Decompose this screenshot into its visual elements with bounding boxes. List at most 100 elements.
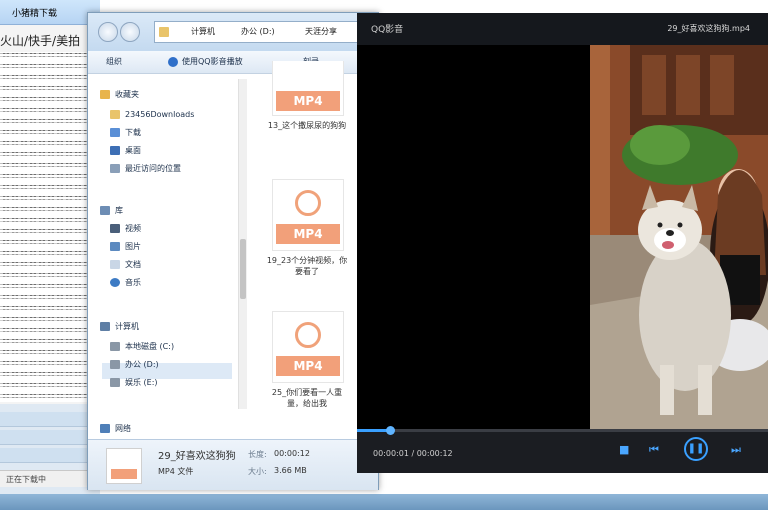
nav-scrollbar[interactable]: [238, 79, 247, 409]
progress-knob[interactable]: [385, 426, 395, 435]
previous-icon[interactable]: ⏮: [649, 443, 659, 457]
stop-icon[interactable]: ■: [619, 443, 629, 456]
progress-fill: [357, 429, 390, 432]
file-explorer-window: 计算机 办公 (D:) 天涯分享 组织 使用QQ影音播放 刻录 收藏夹 2345…: [87, 12, 379, 490]
nav-network[interactable]: 网络: [100, 421, 131, 435]
network-icon: [100, 423, 110, 433]
nav-label: 收藏夹: [115, 89, 139, 99]
nav-label: 文档: [125, 259, 141, 269]
progress-bar[interactable]: [357, 426, 768, 435]
nav-label: 下载: [125, 127, 141, 137]
background-list-row[interactable]: [0, 430, 100, 445]
mp4-file-icon: MP4: [272, 311, 344, 383]
star-icon: [100, 89, 110, 99]
nav-label: 本地磁盘 (C:): [125, 341, 175, 351]
file-type-badge: [111, 469, 137, 479]
nav-label: 桌面: [125, 145, 141, 155]
nav-computer[interactable]: 计算机: [100, 319, 139, 333]
file-tile[interactable]: MP4 13_这个撒尿尿的狗狗: [264, 61, 350, 131]
nav-label: 视频: [125, 223, 141, 233]
organize-button[interactable]: 组织: [106, 56, 122, 67]
file-type-badge: MP4: [276, 91, 340, 111]
address-part-drive[interactable]: 办公 (D:): [241, 26, 275, 37]
player-file-title: 29_好喜欢这狗狗.mp4: [667, 24, 750, 33]
next-icon[interactable]: ⏭: [731, 443, 741, 457]
nav-label: 音乐: [125, 277, 141, 287]
file-name: 13_这个撒尿尿的狗狗: [267, 121, 347, 130]
file-name: 19_23个分钟视频，你要看了: [266, 256, 348, 276]
nav-drive-c[interactable]: 本地磁盘 (C:): [110, 339, 174, 353]
nav-label: 23456Downloads: [125, 109, 195, 119]
file-tile[interactable]: MP4 25_你们要看一人重量，给出我: [264, 311, 350, 409]
pause-button[interactable]: ❚❚: [684, 437, 708, 461]
duration-label: 长度:: [248, 450, 267, 459]
qq-player-icon: [168, 57, 178, 67]
navigation-pane: 收藏夹 23456Downloads 下载 桌面 最近访问的位置 库 视频 图片…: [100, 75, 240, 435]
music-icon: [110, 277, 120, 287]
selected-file-thumbnail: [106, 448, 142, 484]
drive-icon: [110, 341, 120, 351]
back-button[interactable]: [98, 22, 118, 42]
nav-pictures[interactable]: 图片: [110, 239, 141, 253]
size-label: 大小:: [248, 467, 267, 476]
size-value: 3.66 MB: [274, 466, 307, 475]
nav-drive-d[interactable]: 办公 (D:): [110, 357, 159, 371]
file-type-badge: MP4: [276, 224, 340, 244]
explorer-header: 计算机 办公 (D:) 天涯分享: [88, 13, 378, 51]
file-name: 25_你们要看一人重量，给出我: [271, 388, 343, 408]
address-part-folder[interactable]: 天涯分享: [305, 26, 337, 37]
nav-label: 图片: [125, 241, 141, 251]
nav-library[interactable]: 库: [100, 203, 123, 217]
forward-button[interactable]: [120, 22, 140, 42]
nav-drive-e[interactable]: 娱乐 (E:): [110, 375, 158, 389]
player-titlebar[interactable]: QQ影音 29_好喜欢这狗狗.mp4: [357, 13, 768, 45]
video-player-window: QQ影音 29_好喜欢这狗狗.mp4 00:00:01 / 00:00:12 ■…: [357, 13, 768, 473]
mp4-file-icon: MP4: [272, 179, 344, 251]
background-text-texture: [0, 52, 96, 402]
picture-icon: [110, 241, 120, 251]
mp4-file-icon: MP4: [272, 61, 344, 116]
scrollbar-thumb[interactable]: [240, 239, 246, 299]
background-titlebar[interactable]: 小猪精下载: [0, 0, 100, 25]
document-icon: [110, 259, 120, 269]
desktop-icon: [110, 145, 120, 155]
computer-icon: [100, 321, 110, 331]
player-menu-button[interactable]: QQ影音: [371, 22, 403, 35]
selected-file-name: 29_好喜欢这狗狗: [158, 451, 236, 462]
address-bar[interactable]: 计算机 办公 (D:) 天涯分享: [154, 21, 376, 43]
nav-label: 计算机: [115, 321, 139, 331]
taskbar: [0, 494, 768, 510]
nav-music[interactable]: 音乐: [110, 275, 141, 289]
nav-downloads-folder[interactable]: 23456Downloads: [110, 107, 194, 121]
video-icon: [110, 223, 120, 233]
background-list-row[interactable]: [0, 412, 100, 427]
nav-label: 网络: [115, 423, 131, 433]
nav-videos[interactable]: 视频: [110, 221, 141, 235]
video-reel-icon: [295, 322, 321, 348]
background-statusbar: 正在下载中: [0, 470, 100, 487]
folder-icon: [159, 27, 169, 37]
background-window: 小猪精下载 火山/快手/美拍 正在下载中: [0, 0, 100, 510]
file-type-badge: MP4: [276, 356, 340, 376]
file-tile[interactable]: MP4 19_23个分钟视频，你要看了: [264, 179, 350, 277]
nav-favorites[interactable]: 收藏夹: [100, 87, 139, 101]
drive-icon: [110, 359, 120, 369]
nav-documents[interactable]: 文档: [110, 257, 141, 271]
address-part-computer[interactable]: 计算机: [191, 26, 215, 37]
library-icon: [100, 205, 110, 215]
nav-desktop[interactable]: 桌面: [110, 143, 141, 157]
drive-icon: [110, 377, 120, 387]
player-controls: 00:00:01 / 00:00:12 ■ ⏮ ❚❚ ⏭: [357, 429, 768, 473]
nav-label: 娱乐 (E:): [125, 377, 158, 387]
folder-icon: [110, 109, 120, 119]
open-with-button[interactable]: 使用QQ影音播放: [182, 56, 243, 67]
background-status-text: 正在下载中: [6, 475, 46, 484]
video-reel-icon: [295, 190, 321, 216]
nav-downloads[interactable]: 下载: [110, 125, 141, 139]
nav-label: 办公 (D:): [125, 359, 159, 369]
video-scene: [590, 45, 768, 429]
playback-time: 00:00:01 / 00:00:12: [373, 449, 453, 458]
nav-recent[interactable]: 最近访问的位置: [110, 161, 181, 175]
background-list-row[interactable]: [0, 448, 100, 463]
video-frame[interactable]: [590, 45, 768, 429]
